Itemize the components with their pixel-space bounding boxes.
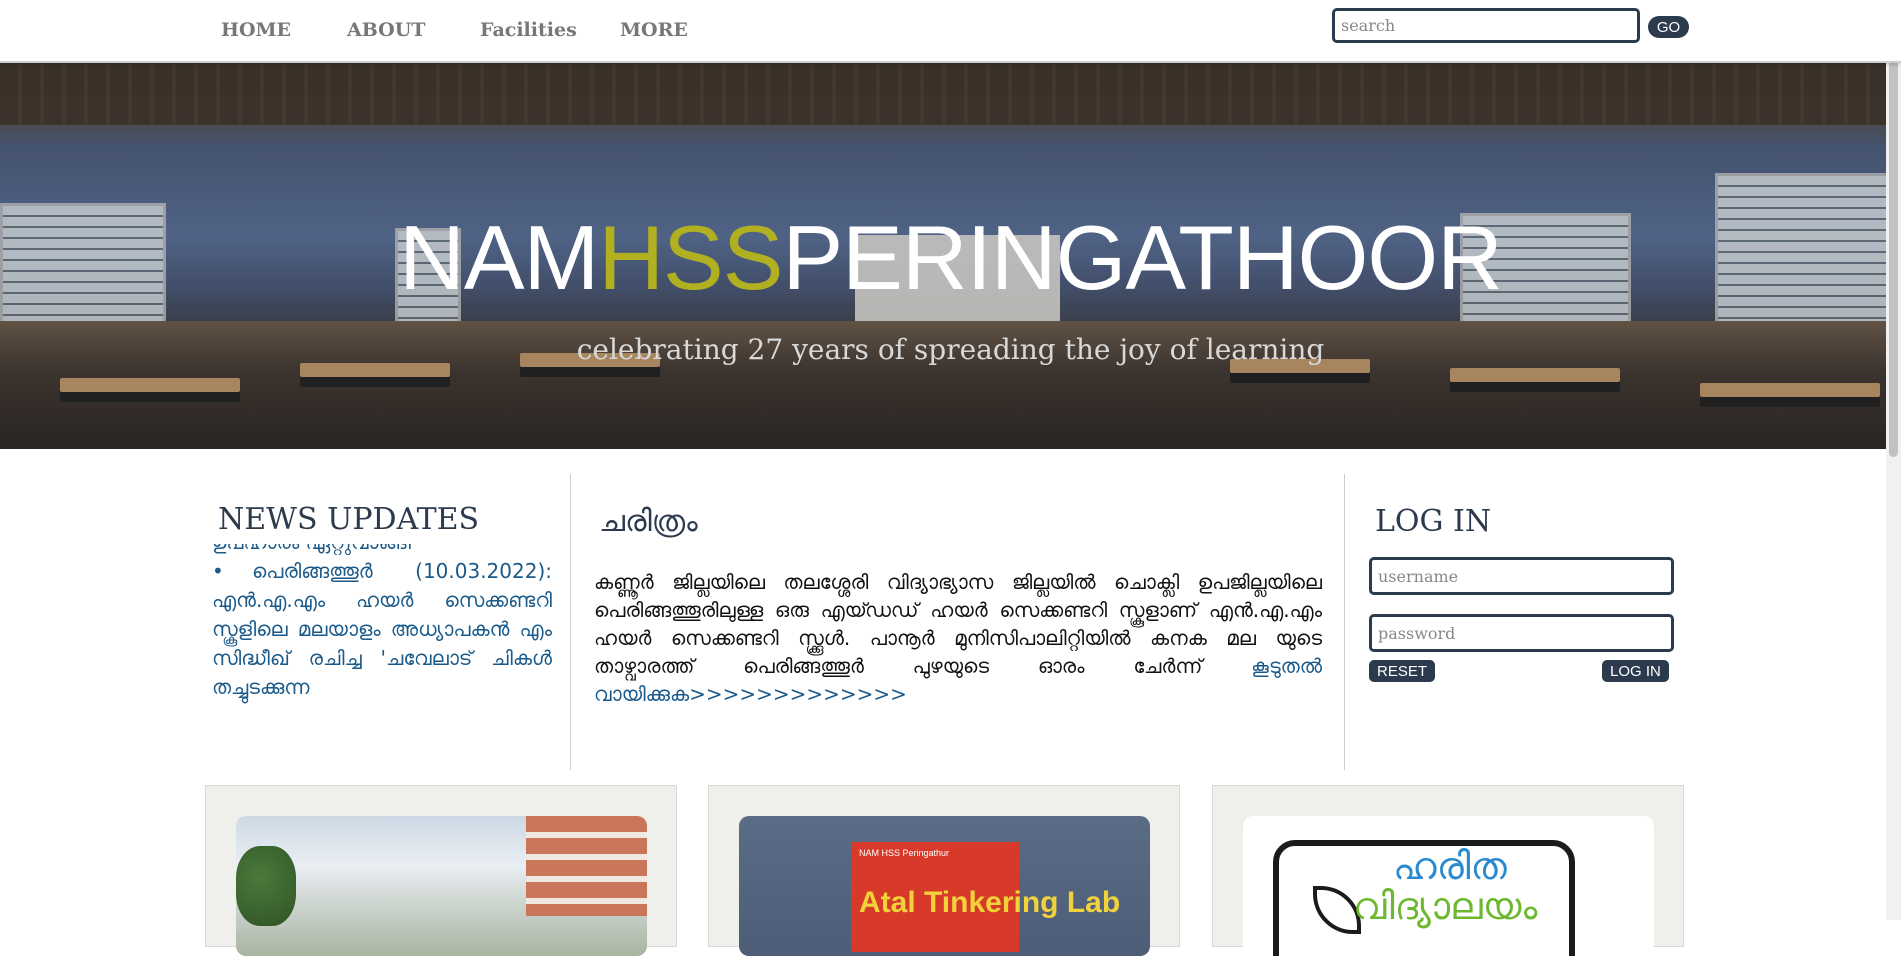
nav-about-link[interactable]: ABOUT xyxy=(347,19,425,41)
feature-card[interactable]: NAM HSS Peringathur Atal Tinkering Lab xyxy=(708,785,1180,956)
news-list-item[interactable]: • പെരിങ്ങത്തൂർ (10.03.2022): എൻ.എ.എം ഹയർ … xyxy=(212,557,552,702)
nav-more-link[interactable]: MORE xyxy=(620,19,688,41)
feature-card[interactable] xyxy=(205,785,677,956)
login-heading: LOG IN xyxy=(1375,504,1492,539)
tinkering-lab-image: NAM HSS Peringathur Atal Tinkering Lab xyxy=(739,816,1150,956)
site-title-part1: NAM xyxy=(399,208,599,309)
news-item-text: ഉപഹാരം ഏറ്റുവാങ്ങി xyxy=(212,544,552,557)
history-body-text: കണ്ണൂർ ജില്ലയിലെ തലശ്ശേരി വിദ്യാഭ്യാസ ജി… xyxy=(594,570,1322,678)
nav-facilities-link[interactable]: Facilities xyxy=(480,19,577,41)
reset-button[interactable]: RESET xyxy=(1369,660,1436,682)
search-input[interactable] xyxy=(1332,8,1640,43)
hero-banner: NAMHSSPERINGATHOOR celebrating 27 years … xyxy=(0,63,1901,449)
lab-sign: NAM HSS Peringathur Atal Tinkering Lab xyxy=(851,842,1120,952)
building-graphic xyxy=(526,816,647,916)
top-navbar: HOME ABOUT Facilities MORE GO xyxy=(0,0,1901,63)
logo-text-line2: വിദ്യാലയം xyxy=(1353,884,1538,928)
nav-home-link[interactable]: HOME xyxy=(221,19,291,41)
news-updates-panel: NEWS UPDATES ഉപഹാരം ഏറ്റുവാങ്ങി •പെരിങ്ങ… xyxy=(205,474,571,770)
news-heading: NEWS UPDATES xyxy=(218,502,480,537)
lab-sign-school-text: NAM HSS Peringathur xyxy=(859,848,950,858)
history-panel: ചരിത്രം കണ്ണൂർ ജില്ലയിലെ തലശ്ശേരി വിദ്യാ… xyxy=(571,474,1345,770)
login-panel: LOG IN RESET LOG IN xyxy=(1345,474,1685,770)
page-scrollbar[interactable] xyxy=(1886,0,1901,920)
username-field[interactable] xyxy=(1369,557,1674,595)
history-text: കണ്ണൂർ ജില്ലയിലെ തലശ്ശേരി വിദ്യാഭ്യാസ ജി… xyxy=(594,568,1322,708)
tree-graphic xyxy=(236,846,296,926)
site-title-accent: HSS xyxy=(598,208,783,309)
news-ticker-content: ഉപഹാരം ഏറ്റുവാങ്ങി •പെരിങ്ങത്തൂർ (10.03.… xyxy=(212,544,552,702)
news-ticker[interactable]: ഉപഹാരം ഏറ്റുവാങ്ങി •പെരിങ്ങത്തൂർ (10.03.… xyxy=(212,544,552,746)
school-building-image xyxy=(236,816,647,956)
login-button[interactable]: LOG IN xyxy=(1602,660,1669,682)
scrollbar-thumb[interactable] xyxy=(1889,2,1898,457)
history-heading: ചരിത്രം xyxy=(599,504,698,539)
password-field[interactable] xyxy=(1369,614,1674,652)
search-go-button[interactable]: GO xyxy=(1648,16,1689,38)
feature-card[interactable]: ഹരിത വിദ്യാലയം xyxy=(1212,785,1684,956)
news-list: • പെരിങ്ങത്തൂർ (10.03.2022): എൻ.എ.എം ഹയർ … xyxy=(212,557,552,702)
haritha-vidyalayam-logo: ഹരിത വിദ്യാലയം xyxy=(1243,816,1654,956)
site-tagline: celebrating 27 years of spreading the jo… xyxy=(576,333,1325,366)
logo-text-line1: ഹരിത xyxy=(1393,844,1507,888)
news-item-text: പെരിങ്ങത്തൂർ (10.03.2022): എൻ.എ.എം ഹയർ സ… xyxy=(212,559,552,699)
lab-sign-title-text: Atal Tinkering Lab xyxy=(859,886,1121,919)
site-title: NAMHSSPERINGATHOOR xyxy=(0,213,1901,304)
site-title-part2: PERINGATHOOR xyxy=(782,208,1502,309)
